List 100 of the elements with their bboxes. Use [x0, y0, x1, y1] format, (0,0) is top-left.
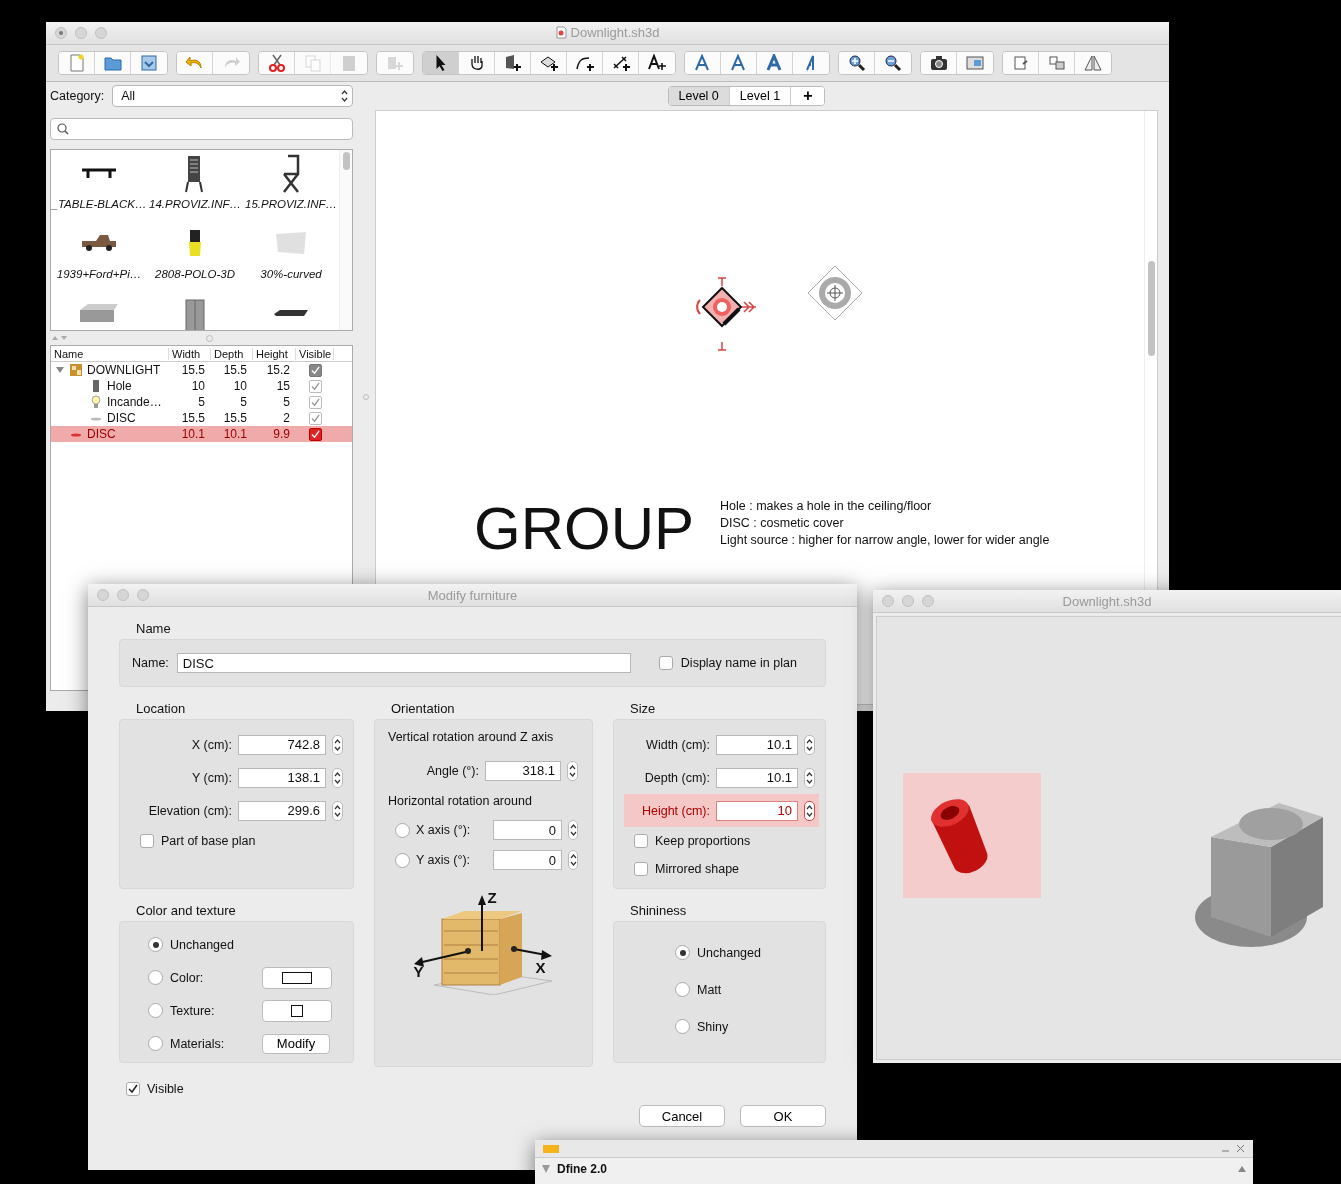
- field-label: Angle (°):: [426, 763, 479, 778]
- number-field[interactable]: 0: [493, 820, 562, 840]
- text-bigger-tool-button[interactable]: [685, 52, 721, 74]
- catalog-item-label[interactable]: _TABLE-BLACK…: [51, 198, 147, 210]
- catalog-item-label[interactable]: 30%-curved: [260, 268, 322, 280]
- catalog-item-label[interactable]: 14.PROVIZ.INF…: [149, 198, 241, 210]
- number-field[interactable]: 10: [716, 800, 798, 821]
- checkbox[interactable]: [140, 834, 154, 848]
- catalog-item-label[interactable]: 2808-POLO-3D: [155, 268, 235, 280]
- level-tab[interactable]: Level 0: [668, 87, 730, 105]
- visible-checkbox[interactable]: [308, 395, 322, 409]
- spinner-button[interactable]: [568, 820, 578, 840]
- window-title: Downlight.sh3d: [1062, 593, 1152, 609]
- expanded-triangle-icon[interactable]: [55, 365, 65, 375]
- undo-tool-button[interactable]: [177, 52, 213, 74]
- column-header[interactable]: Visible: [296, 347, 334, 360]
- collapsed-triangle-icon[interactable]: [541, 1164, 551, 1174]
- height-cell-text: 9.9: [272, 427, 291, 441]
- modify-button[interactable]: Modify: [262, 1033, 330, 1054]
- box-thumbnail: [80, 304, 118, 322]
- number-field[interactable]: 0: [493, 850, 562, 870]
- close-icon[interactable]: [1236, 1144, 1245, 1153]
- furniture-drawing[interactable]: [807, 265, 863, 321]
- table-row[interactable]: DOWNLIGHT 15.5 15.5 15.2: [51, 362, 352, 378]
- radio-button[interactable]: [148, 1003, 163, 1018]
- radio-button[interactable]: [395, 852, 410, 868]
- number-field[interactable]: 742.8: [238, 734, 326, 755]
- category-dropdown[interactable]: All: [112, 85, 353, 107]
- column-header[interactable]: Height: [253, 347, 296, 360]
- radio-button[interactable]: [395, 822, 410, 838]
- subsection-title: Vertical rotation around Z axis: [388, 730, 554, 744]
- section-title: Name: [136, 621, 171, 636]
- column-header[interactable]: Width: [169, 347, 211, 360]
- texture-button[interactable]: [262, 999, 332, 1022]
- spinner-button[interactable]: [332, 734, 343, 755]
- table-row[interactable]: Incande… 5 5 5: [51, 394, 352, 410]
- visible-checkbox[interactable]: [308, 363, 322, 377]
- checkbox[interactable]: [634, 834, 648, 848]
- depth-cell-text: 10: [232, 379, 248, 393]
- name-field[interactable]: DISC: [176, 653, 631, 673]
- radio-button[interactable]: [675, 945, 690, 960]
- radio-label: Shiny: [697, 1019, 729, 1034]
- table-row[interactable]: DISC 15.5 15.5 2: [51, 410, 352, 426]
- select-tool-button[interactable]: [423, 52, 459, 74]
- field-label: Elevation (cm):: [148, 803, 232, 818]
- radio-button[interactable]: [148, 937, 163, 952]
- selected-furniture-drawing[interactable]: [694, 276, 758, 352]
- checkbox[interactable]: [634, 862, 648, 876]
- number-field[interactable]: 10.1: [716, 767, 798, 788]
- spinner-button[interactable]: [804, 734, 815, 755]
- add-furniture-icon: [385, 54, 405, 72]
- radio-button[interactable]: [148, 970, 163, 985]
- scrollbar-thumb[interactable]: [1147, 261, 1155, 356]
- number-field[interactable]: 318.1: [485, 760, 561, 781]
- radio-button[interactable]: [675, 1019, 690, 1034]
- spinner-button[interactable]: [332, 767, 343, 788]
- visible-checkbox[interactable]: [308, 427, 322, 441]
- section-title: Shininess: [630, 903, 687, 918]
- search-field[interactable]: [50, 118, 353, 140]
- column-header[interactable]: Depth: [211, 347, 253, 360]
- cancel-button[interactable]: Cancel: [639, 1105, 725, 1127]
- column-header[interactable]: Name: [51, 347, 169, 360]
- visible-checkbox[interactable]: [308, 411, 322, 425]
- color-swatch-button[interactable]: [262, 966, 332, 989]
- catalog-item-label[interactable]: 1939+Ford+Pi…: [56, 268, 142, 280]
- radio-button[interactable]: [148, 1036, 163, 1051]
- save-icon: [139, 54, 159, 72]
- number-field[interactable]: 138.1: [238, 767, 326, 788]
- spinner-button[interactable]: [804, 767, 815, 788]
- radio-button[interactable]: [675, 982, 690, 997]
- number-field[interactable]: 299.6: [238, 800, 326, 821]
- photo-icon: [928, 54, 949, 72]
- checkbox[interactable]: [658, 656, 673, 670]
- spinner-button[interactable]: [332, 800, 343, 821]
- new-tool-button[interactable]: [59, 52, 95, 74]
- cut-icon: [266, 54, 287, 72]
- ok-button[interactable]: OK: [740, 1105, 826, 1127]
- scroll-up-icon[interactable]: [1237, 1164, 1247, 1174]
- scrollbar-thumb[interactable]: [342, 152, 350, 170]
- number-field[interactable]: 10.1: [716, 734, 798, 755]
- catalog-item-label[interactable]: 15.PROVIZ.INF…: [245, 198, 337, 210]
- group-icon: [1046, 54, 1067, 72]
- visible-checkbox[interactable]: [308, 379, 322, 393]
- table-row[interactable]: Hole 10 10 15: [51, 378, 352, 394]
- height-cell-text: 5: [282, 395, 291, 409]
- spinner-button[interactable]: [567, 760, 578, 781]
- up-down-arrows-icon: [334, 737, 341, 752]
- cut-tool-button[interactable]: [259, 52, 295, 74]
- checkbox[interactable]: [126, 1082, 140, 1096]
- close-button[interactable]: [55, 27, 67, 39]
- spinner-button[interactable]: [804, 800, 815, 821]
- zoom-in-tool-button[interactable]: [839, 52, 875, 74]
- up-down-arrows-icon[interactable]: [52, 335, 68, 341]
- spinner-button[interactable]: [568, 850, 578, 870]
- table-row[interactable]: DISC 10.1 10.1 9.9: [51, 426, 352, 442]
- subsection-title: Horizontal rotation around: [388, 794, 532, 808]
- import-tool-button[interactable]: [1003, 52, 1039, 74]
- plan-heading: GROUP: [474, 499, 695, 559]
- photo-tool-button[interactable]: [921, 52, 957, 74]
- field-label: Y (cm):: [191, 770, 232, 785]
